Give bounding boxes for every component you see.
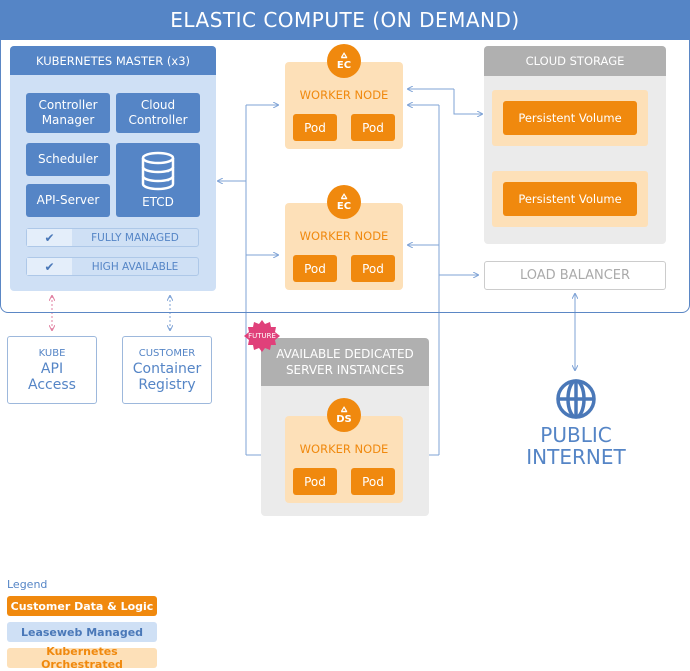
pod: Pod bbox=[351, 468, 395, 495]
label: CUSTOMER bbox=[138, 347, 196, 359]
legend-leaseweb: Leaseweb Managed bbox=[7, 622, 157, 642]
feature-high-available: ✔ HIGH AVAILABLE bbox=[26, 257, 199, 276]
pod: Pod bbox=[293, 468, 337, 495]
pod: Pod bbox=[293, 255, 337, 282]
check-icon: ✔ bbox=[27, 229, 72, 246]
page-title: ELASTIC COMPUTE (ON DEMAND) bbox=[0, 0, 690, 40]
legend-title: Legend bbox=[7, 578, 48, 591]
label: SERVER INSTANCES bbox=[285, 363, 405, 377]
kube-api-access: KUBE API Access bbox=[7, 336, 97, 404]
load-balancer: LOAD BALANCER bbox=[484, 261, 666, 290]
label: KUBE bbox=[38, 347, 66, 359]
scheduler: Scheduler bbox=[26, 143, 110, 176]
ec-badge: ⩟ EC bbox=[327, 185, 361, 219]
controller-manager: Controller Manager bbox=[26, 93, 110, 133]
check-icon: ✔ bbox=[27, 258, 72, 275]
globe-icon bbox=[556, 379, 596, 419]
label: AVAILABLE DEDICATED bbox=[276, 347, 414, 361]
worker-node-title: WORKER NODE bbox=[299, 229, 389, 243]
label: Manager bbox=[41, 113, 95, 127]
label: PUBLIC bbox=[540, 423, 612, 447]
cloud-storage-title: CLOUD STORAGE bbox=[484, 46, 666, 76]
feature-label: FULLY MANAGED bbox=[91, 231, 179, 244]
volume-wrap: Persistent Volume bbox=[492, 171, 648, 227]
ds-badge: ⩟ DS bbox=[327, 398, 361, 432]
label: Container bbox=[132, 360, 202, 377]
dedicated-servers: AVAILABLE DEDICATED SERVER INSTANCES WORK… bbox=[261, 338, 429, 516]
label: Access bbox=[28, 376, 76, 393]
worker-node-title: WORKER NODE bbox=[299, 442, 389, 456]
label: API bbox=[40, 360, 64, 377]
pod: Pod bbox=[293, 114, 337, 141]
pod: Pod bbox=[351, 114, 395, 141]
database-icon bbox=[141, 151, 175, 190]
future-label: FUTURE bbox=[248, 332, 276, 340]
worker-node-title: WORKER NODE bbox=[299, 88, 389, 102]
persistent-volume: Persistent Volume bbox=[503, 101, 637, 135]
pod: Pod bbox=[351, 255, 395, 282]
etcd-label: ETCD bbox=[142, 194, 174, 209]
cloud-storage: CLOUD STORAGE Persistent Volume Persiste… bbox=[484, 46, 666, 244]
future-badge: FUTURE bbox=[244, 320, 280, 352]
label: INTERNET bbox=[526, 445, 626, 469]
legend-kubernetes: Kubernetes Orchestrated bbox=[7, 645, 157, 671]
label: Cloud bbox=[140, 98, 176, 112]
cloud-controller: Cloud Controller bbox=[116, 93, 200, 133]
master-title: KUBERNETES MASTER (x3) bbox=[10, 46, 216, 75]
api-server: API-Server bbox=[26, 184, 110, 217]
label: Controller bbox=[38, 98, 98, 112]
ec-badge: ⩟ EC bbox=[327, 44, 361, 78]
feature-fully-managed: ✔ FULLY MANAGED bbox=[26, 228, 199, 247]
persistent-volume: Persistent Volume bbox=[503, 182, 637, 216]
badge-label: EC bbox=[336, 60, 352, 71]
legend-customer: Customer Data & Logic bbox=[7, 596, 157, 616]
volume-wrap: Persistent Volume bbox=[492, 90, 648, 146]
badge-label: EC bbox=[336, 201, 352, 212]
label: Controller bbox=[128, 113, 188, 127]
etcd: ETCD bbox=[116, 143, 200, 217]
badge-label: DS bbox=[336, 414, 352, 425]
container-registry: CUSTOMER Container Registry bbox=[122, 336, 212, 404]
label: Registry bbox=[138, 376, 196, 393]
kubernetes-master: KUBERNETES MASTER (x3) Controller Manager… bbox=[10, 46, 216, 291]
public-internet: PUBLIC INTERNET bbox=[520, 378, 632, 468]
dedicated-title: AVAILABLE DEDICATED SERVER INSTANCES bbox=[261, 338, 429, 386]
feature-label: HIGH AVAILABLE bbox=[91, 260, 179, 273]
internet-label: PUBLIC INTERNET bbox=[526, 424, 625, 468]
